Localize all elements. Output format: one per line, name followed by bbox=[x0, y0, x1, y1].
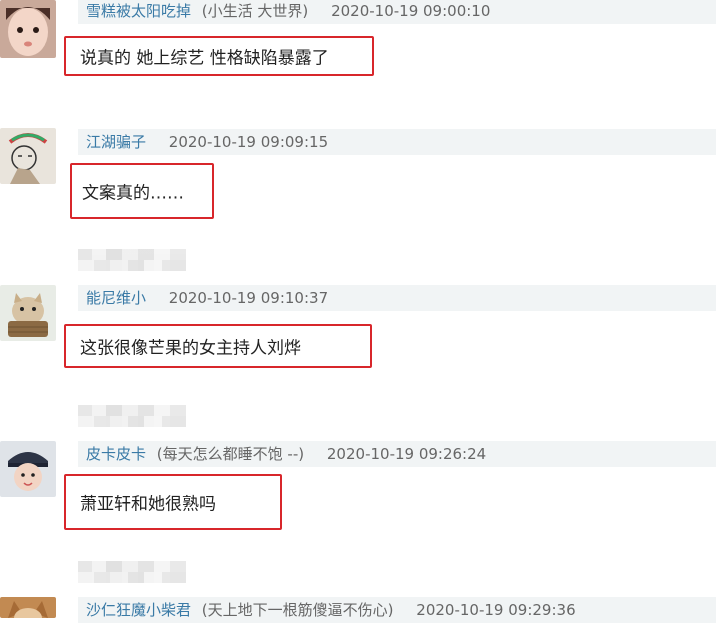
comment-header: 能尼维小 2020-10-19 09:10:37 bbox=[78, 285, 716, 311]
username-link[interactable]: 能尼维小 bbox=[86, 289, 146, 307]
shiba-dog-avatar-icon bbox=[0, 597, 56, 618]
avatar[interactable] bbox=[0, 597, 56, 618]
avatar[interactable] bbox=[0, 128, 56, 184]
blurred-content bbox=[78, 405, 186, 427]
reply-text: 文案真的…… bbox=[82, 183, 184, 204]
username-link[interactable]: 皮卡皮卡 bbox=[86, 445, 146, 463]
blurred-content bbox=[78, 561, 186, 583]
timestamp: 2020-10-19 09:26:24 bbox=[326, 445, 487, 463]
illustrated-girl-avatar-icon bbox=[0, 128, 56, 184]
comment-header: 雪糕被太阳吃掉 (小生活 大世界) 2020-10-19 09:00:10 bbox=[78, 0, 716, 24]
highlighted-reply: 说真的 她上综艺 性格缺陷暴露了 bbox=[64, 36, 374, 76]
highlighted-reply: 这张很像芒果的女主持人刘烨 bbox=[64, 324, 372, 368]
username-link[interactable]: 江湖骗子 bbox=[86, 133, 146, 151]
timestamp: 2020-10-19 09:10:37 bbox=[168, 289, 329, 307]
comment-header: 江湖骗子 2020-10-19 09:09:15 bbox=[78, 129, 716, 155]
reply-text: 说真的 她上综艺 性格缺陷暴露了 bbox=[80, 48, 329, 69]
timestamp: 2020-10-19 09:09:15 bbox=[168, 133, 329, 151]
user-signature: (小生活 大世界) bbox=[201, 2, 309, 20]
avatar[interactable] bbox=[0, 0, 56, 58]
avatar[interactable] bbox=[0, 285, 56, 341]
username-link[interactable]: 沙仁狂魔小柴君 bbox=[86, 601, 191, 619]
username-link[interactable]: 雪糕被太阳吃掉 bbox=[86, 2, 191, 20]
blurred-content bbox=[78, 249, 186, 271]
comment-header: 沙仁狂魔小柴君 (天上地下一根筋傻逼不伤心) 2020-10-19 09:29:… bbox=[78, 597, 716, 623]
timestamp: 2020-10-19 09:00:10 bbox=[331, 2, 491, 20]
child-in-uniform-avatar-icon bbox=[0, 441, 56, 497]
timestamp: 2020-10-19 09:29:36 bbox=[416, 601, 576, 619]
child-face-avatar-icon bbox=[0, 0, 56, 58]
highlighted-reply: 萧亚轩和她很熟吗 bbox=[64, 474, 282, 530]
user-signature: (天上地下一根筋傻逼不伤心) bbox=[201, 601, 394, 619]
cat-in-basket-avatar-icon bbox=[0, 285, 56, 341]
avatar[interactable] bbox=[0, 441, 56, 497]
reply-text: 萧亚轩和她很熟吗 bbox=[80, 494, 216, 515]
reply-text: 这张很像芒果的女主持人刘烨 bbox=[80, 338, 301, 359]
highlighted-reply: 文案真的…… bbox=[70, 163, 214, 219]
comment-header: 皮卡皮卡 (每天怎么都睡不饱 --) 2020-10-19 09:26:24 bbox=[78, 441, 716, 467]
user-signature: (每天怎么都睡不饱 --) bbox=[156, 445, 305, 463]
